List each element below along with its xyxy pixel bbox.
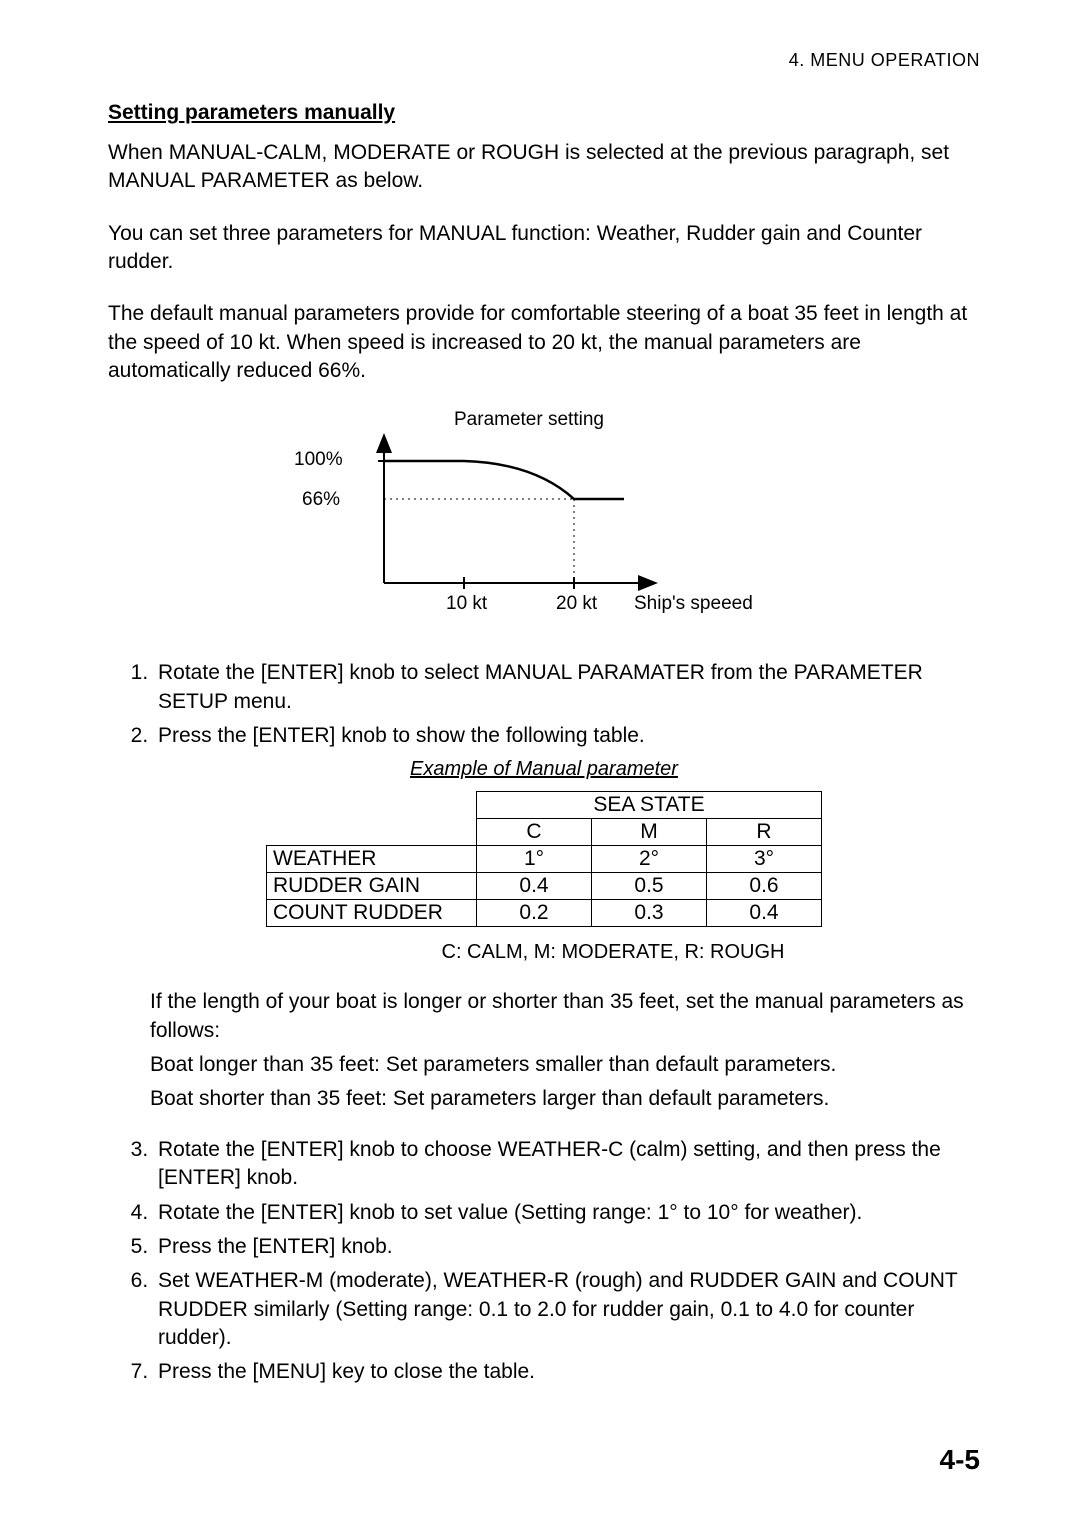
chart-svg	[354, 433, 694, 593]
step-1: Rotate the [ENTER] knob to select MANUAL…	[154, 659, 980, 716]
paragraph-1: When MANUAL-CALM, MODERATE or ROUGH is s…	[108, 139, 980, 196]
col-m: M	[592, 819, 707, 846]
step-5: Press the [ENTER] knob.	[154, 1233, 980, 1261]
y-tick-100: 100%	[294, 449, 343, 471]
row-name: COUNT RUDDER	[267, 900, 477, 927]
cell: 0.4	[477, 873, 592, 900]
x-axis-label: Ship's speeed	[634, 593, 753, 615]
cell: 3°	[707, 846, 822, 873]
col-c: C	[477, 819, 592, 846]
cell: 0.4	[707, 900, 822, 927]
step-4: Rotate the [ENTER] knob to set value (Se…	[154, 1199, 980, 1227]
page-number: 4-5	[940, 1444, 980, 1476]
cell: 2°	[592, 846, 707, 873]
step-7: Press the [MENU] key to close the table.	[154, 1358, 980, 1386]
x-tick-20kt: 20 kt	[556, 593, 597, 615]
table-row: RUDDER GAIN 0.4 0.5 0.6	[267, 873, 822, 900]
cell: 1°	[477, 846, 592, 873]
paragraph-3: The default manual parameters provide fo…	[108, 300, 980, 385]
row-name: RUDDER GAIN	[267, 873, 477, 900]
paragraph-2: You can set three parameters for MANUAL …	[108, 220, 980, 277]
instruction-list: Rotate the [ENTER] knob to select MANUAL…	[108, 659, 980, 750]
chapter-header: 4. MENU OPERATION	[108, 50, 980, 71]
row-name: WEATHER	[267, 846, 477, 873]
table-header-group: SEA STATE	[477, 792, 822, 819]
chart-title: Parameter setting	[454, 409, 604, 431]
manual-parameter-table: SEA STATE C M R WEATHER 1° 2° 3° RUDDER …	[266, 791, 822, 927]
step-3: Rotate the [ENTER] knob to choose WEATHE…	[154, 1136, 980, 1193]
table-row: WEATHER 1° 2° 3°	[267, 846, 822, 873]
guidance-longer: Boat longer than 35 feet: Set parameters…	[150, 1051, 980, 1079]
page: 4. MENU OPERATION Setting parameters man…	[0, 0, 1080, 1528]
x-tick-10kt: 10 kt	[446, 593, 487, 615]
cell: 0.3	[592, 900, 707, 927]
section-title: Setting parameters manually	[108, 101, 980, 125]
guidance-intro: If the length of your boat is longer or …	[150, 988, 980, 1045]
cell: 0.2	[477, 900, 592, 927]
y-tick-66: 66%	[302, 489, 340, 511]
step-2: Press the [ENTER] knob to show the follo…	[154, 722, 980, 750]
guidance-shorter: Boat shorter than 35 feet: Set parameter…	[150, 1085, 980, 1113]
parameter-chart: Parameter setting 100% 66% 10	[294, 409, 794, 629]
cell: 0.5	[592, 873, 707, 900]
table-caption: Example of Manual parameter	[108, 758, 980, 781]
col-r: R	[707, 819, 822, 846]
instruction-list-cont: Rotate the [ENTER] knob to choose WEATHE…	[108, 1136, 980, 1387]
table-row: COUNT RUDDER 0.2 0.3 0.4	[267, 900, 822, 927]
table-legend: C: CALM, M: MODERATE, R: ROUGH	[246, 941, 980, 964]
step-6: Set WEATHER-M (moderate), WEATHER-R (rou…	[154, 1267, 980, 1352]
cell: 0.6	[707, 873, 822, 900]
